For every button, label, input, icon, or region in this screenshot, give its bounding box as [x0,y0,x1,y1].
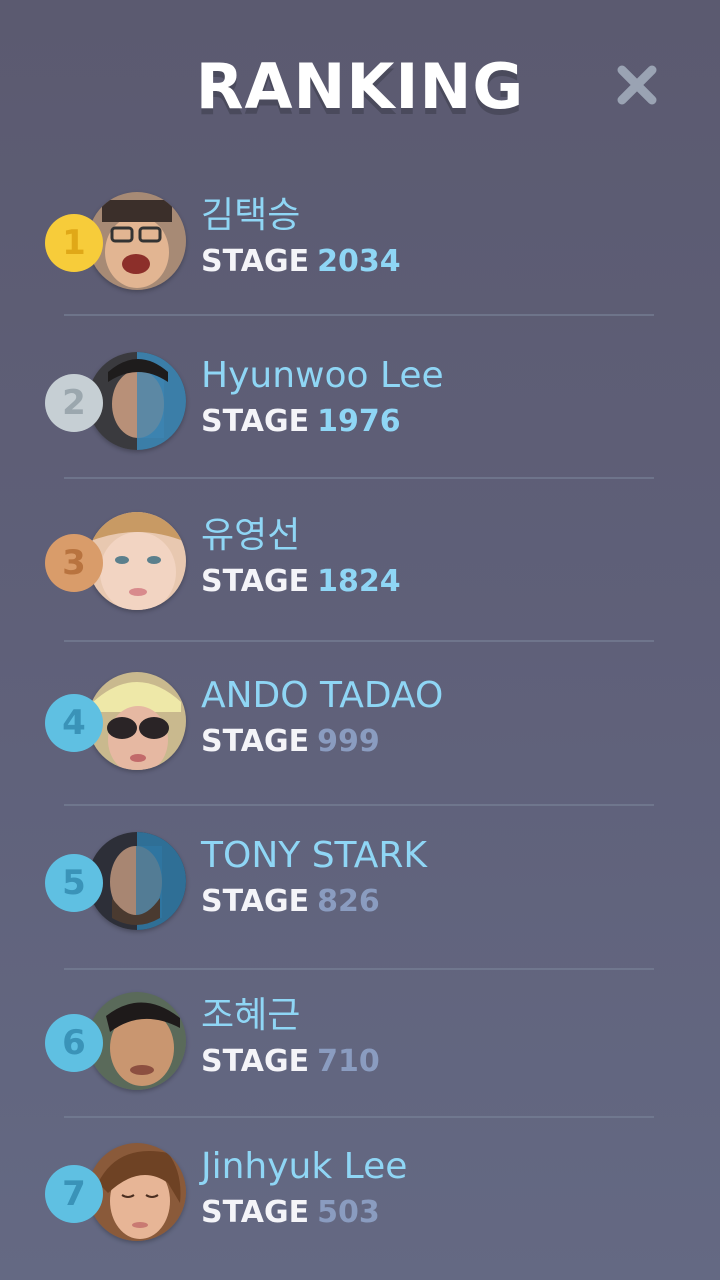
divider [64,477,654,479]
stage-value: 2034 [317,244,401,279]
stage-label: STAGE [201,1195,310,1230]
stage-info: STAGE 826 [201,882,380,922]
stage-info: STAGE 710 [201,1042,380,1082]
rank-badge: 1 [45,214,103,272]
player-name: 김택승 [201,195,301,236]
stage-info: STAGE 999 [201,722,380,762]
player-name: Jinhyuk Lee [201,1146,408,1187]
ranking-row[interactable]: 2 Hyunwoo Lee STAGE 1976 [0,352,720,462]
ranking-row[interactable]: 1 김택승 STAGE 2034 [0,192,720,302]
stage-info: STAGE 2034 [201,242,401,282]
player-name: 유영선 [201,515,301,556]
stage-label: STAGE [201,884,310,919]
ranking-row[interactable]: 6 조혜근 STAGE 710 [0,992,720,1102]
player-name: 조혜근 [201,995,301,1036]
ranking-row[interactable]: 5 TONY STARK STAGE 826 [0,832,720,942]
stage-label: STAGE [201,404,310,439]
stage-value: 999 [317,724,380,759]
rank-badge: 4 [45,694,103,752]
stage-value: 1976 [317,404,401,439]
stage-value: 826 [317,884,380,919]
stage-value: 1824 [317,564,401,599]
page-title: RANKING [195,50,525,123]
player-name: TONY STARK [201,835,427,876]
divider [64,968,654,970]
stage-value: 503 [317,1195,380,1230]
stage-info: STAGE 1976 [201,402,401,442]
rank-badge: 6 [45,1014,103,1072]
stage-label: STAGE [201,1044,310,1079]
stage-label: STAGE [201,724,310,759]
stage-label: STAGE [201,564,310,599]
stage-info: STAGE 1824 [201,562,401,602]
rank-badge: 5 [45,854,103,912]
divider [64,640,654,642]
ranking-row[interactable]: 7 Jinhyuk Lee STAGE 503 [0,1143,720,1253]
player-name: Hyunwoo Lee [201,355,444,396]
close-icon [617,65,657,105]
close-button[interactable] [614,62,660,108]
rank-badge: 2 [45,374,103,432]
stage-label: STAGE [201,244,310,279]
rank-badge: 7 [45,1165,103,1223]
rank-badge: 3 [45,534,103,592]
stage-info: STAGE 503 [201,1193,380,1233]
divider [64,314,654,316]
ranking-row[interactable]: 3 유영선 STAGE 1824 [0,512,720,622]
divider [64,1116,654,1118]
player-name: ANDO TADAO [201,675,444,716]
stage-value: 710 [317,1044,380,1079]
ranking-row[interactable]: 4 ANDO TADAO STAGE 999 [0,672,720,782]
divider [64,804,654,806]
